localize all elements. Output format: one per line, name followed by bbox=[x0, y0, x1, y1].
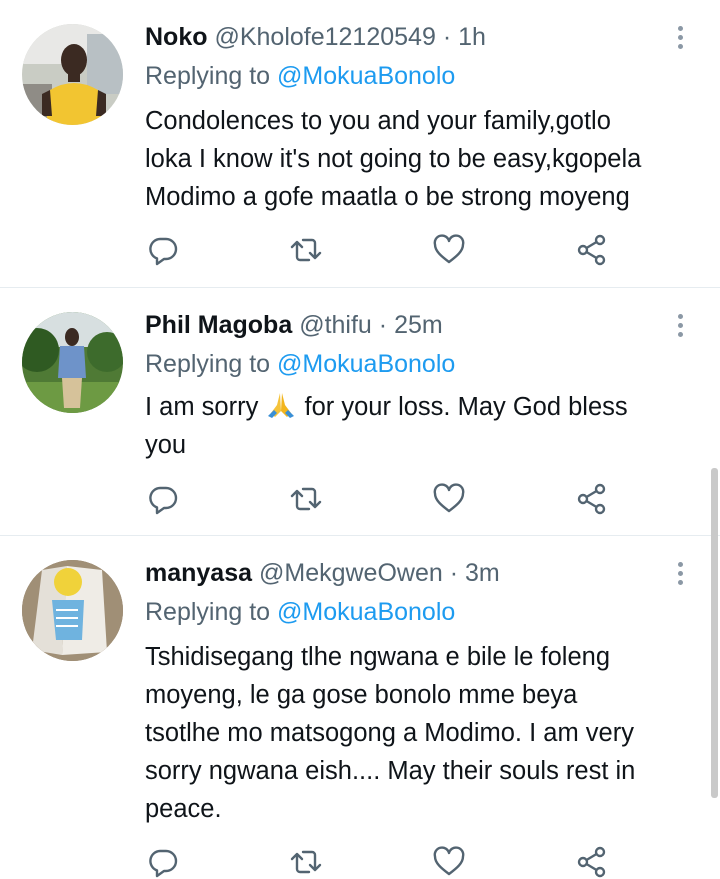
share-icon[interactable] bbox=[575, 233, 609, 267]
replying-to-label: Replying to bbox=[145, 62, 271, 90]
retweet-icon[interactable] bbox=[289, 482, 323, 516]
tweet-text-line: Tshidisegang tlhe ngwana e bile le folen… bbox=[145, 643, 611, 671]
replying-to: Replying to @MokuaBonolo bbox=[145, 597, 455, 627]
share-icon[interactable] bbox=[575, 482, 609, 516]
tweet-text-segment: I am sorry bbox=[145, 393, 259, 421]
heart-icon[interactable] bbox=[432, 482, 466, 516]
timestamp[interactable]: 1h bbox=[458, 23, 486, 51]
tweet-text-line: you bbox=[145, 431, 187, 459]
retweet-icon[interactable] bbox=[289, 233, 323, 267]
timestamp[interactable]: 25m bbox=[394, 311, 443, 339]
tweet[interactable]: Phil Magoba @thifu · 25m Replying to @Mo… bbox=[0, 288, 720, 536]
timestamp[interactable]: 3m bbox=[465, 559, 500, 587]
tweet-text-line: I am sorry for your loss. May God bless bbox=[145, 388, 705, 426]
avatar[interactable] bbox=[22, 24, 123, 125]
tweet-text: Tshidisegang tlhe ngwana e bile le folen… bbox=[145, 638, 705, 828]
action-bar bbox=[0, 845, 720, 879]
folded-hands-icon bbox=[268, 393, 295, 418]
tweet-header: Noko @Kholofe12120549 · 1h bbox=[145, 22, 486, 52]
replying-to-label: Replying to bbox=[145, 598, 271, 626]
more-icon[interactable] bbox=[670, 558, 690, 588]
mention-link[interactable]: @MokuaBonolo bbox=[277, 350, 455, 378]
reply-icon[interactable] bbox=[146, 233, 180, 267]
tweet-text-line: Modimo a gofe maatla o be strong moyeng bbox=[145, 183, 630, 211]
tweet-text: Condolences to you and your family,gotlo… bbox=[145, 102, 705, 216]
display-name[interactable]: Noko bbox=[145, 23, 208, 51]
scrollbar[interactable] bbox=[711, 468, 718, 798]
replying-to-label: Replying to bbox=[145, 350, 271, 378]
replying-to: Replying to @MokuaBonolo bbox=[145, 61, 455, 91]
tweet[interactable]: manyasa @MekgweOwen · 3m Replying to @Mo… bbox=[0, 536, 720, 878]
tweet-text-line: Condolences to you and your family,gotlo bbox=[145, 107, 611, 135]
replying-to: Replying to @MokuaBonolo bbox=[145, 349, 455, 379]
mention-link[interactable]: @MokuaBonolo bbox=[277, 62, 455, 90]
user-handle[interactable]: @MekgweOwen bbox=[259, 559, 443, 587]
reply-icon[interactable] bbox=[146, 845, 180, 879]
user-handle[interactable]: @thifu bbox=[299, 311, 372, 339]
reply-icon[interactable] bbox=[146, 482, 180, 516]
heart-icon[interactable] bbox=[432, 845, 466, 879]
tweet[interactable]: Noko @Kholofe12120549 · 1h Replying to @… bbox=[0, 0, 720, 288]
tweet-header: Phil Magoba @thifu · 25m bbox=[145, 310, 443, 340]
separator-dot: · bbox=[449, 559, 459, 587]
avatar[interactable] bbox=[22, 312, 123, 413]
share-icon[interactable] bbox=[575, 845, 609, 879]
heart-icon[interactable] bbox=[432, 233, 466, 267]
separator-dot: · bbox=[378, 311, 388, 339]
display-name[interactable]: manyasa bbox=[145, 559, 252, 587]
avatar[interactable] bbox=[22, 560, 123, 661]
action-bar bbox=[0, 482, 720, 516]
tweet-text: I am sorry for your loss. May God bless … bbox=[145, 388, 705, 464]
tweet-text-line: sorry ngwana eish.... May their souls re… bbox=[145, 757, 636, 785]
separator-dot: · bbox=[442, 23, 452, 51]
more-icon[interactable] bbox=[670, 310, 690, 340]
display-name[interactable]: Phil Magoba bbox=[145, 311, 292, 339]
tweet-text-segment: for your loss. May God bless bbox=[304, 393, 628, 421]
tweet-text-line: moyeng, le ga gose bonolo mme beya bbox=[145, 681, 578, 709]
tweet-text-line: tsotlhe mo matsogong a Modimo. I am very bbox=[145, 719, 634, 747]
retweet-icon[interactable] bbox=[289, 845, 323, 879]
mention-link[interactable]: @MokuaBonolo bbox=[277, 598, 455, 626]
tweet-text-line: loka I know it's not going to be easy,kg… bbox=[145, 145, 642, 173]
tweet-header: manyasa @MekgweOwen · 3m bbox=[145, 558, 500, 588]
user-handle[interactable]: @Kholofe12120549 bbox=[214, 23, 435, 51]
tweet-text-line: peace. bbox=[145, 795, 222, 823]
more-icon[interactable] bbox=[670, 22, 690, 52]
action-bar bbox=[0, 233, 720, 267]
